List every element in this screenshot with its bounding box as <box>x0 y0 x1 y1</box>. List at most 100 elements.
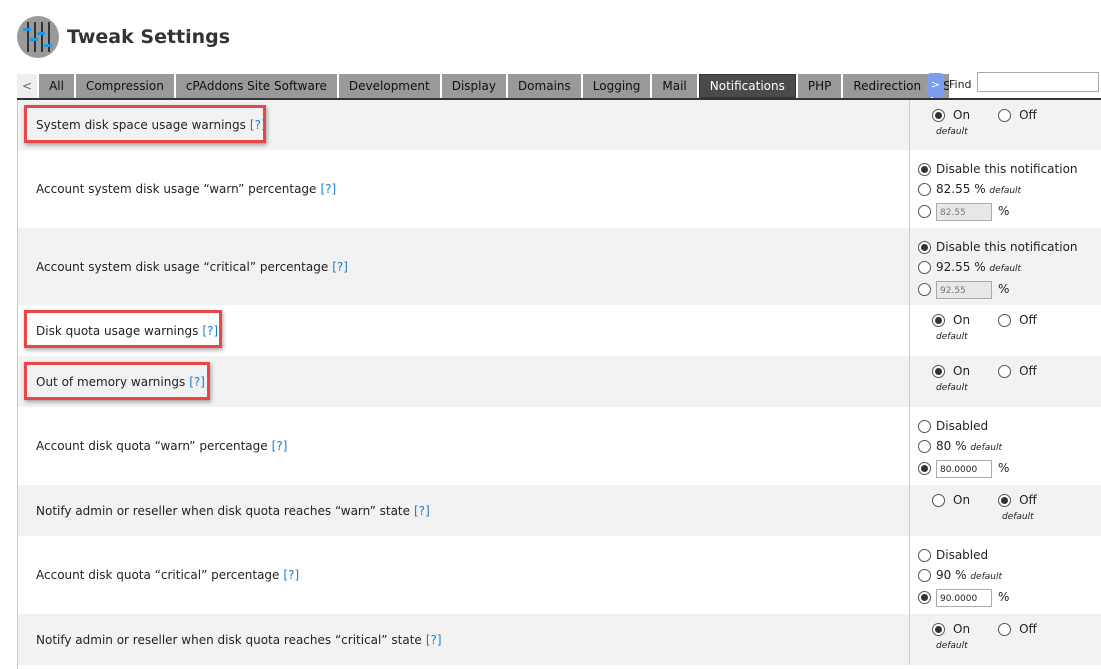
default-marker: default <box>970 443 1003 453</box>
custom-percent-input[interactable]: 92.55 <box>936 280 992 299</box>
default-value: 90 <box>936 568 952 582</box>
off-radio[interactable] <box>998 494 1012 507</box>
help-link[interactable]: [?] <box>320 182 336 196</box>
off-label: Off <box>1019 622 1037 636</box>
setting-name: Account system disk usage “warn” percent… <box>36 182 317 196</box>
setting-value: On Off default <box>909 485 1101 536</box>
tab-compression[interactable]: Compression <box>75 74 174 98</box>
default-marker: default <box>989 264 1022 274</box>
custom-percent-input[interactable]: 82.55 <box>936 202 992 221</box>
on-radio[interactable] <box>932 623 945 636</box>
setting-value: Disable this notification 82.55 % defaul… <box>909 150 1101 228</box>
on-label: On <box>953 108 971 122</box>
help-link[interactable]: [?] <box>426 633 442 647</box>
percent-label: % <box>998 204 1010 218</box>
off-radio[interactable] <box>998 623 1012 636</box>
percent-label: % <box>998 590 1010 604</box>
highlight-box <box>24 362 210 400</box>
setting-row: Notify admin or reseller when disk quota… <box>18 614 1101 665</box>
on-label: On <box>953 364 971 378</box>
default-marker: default <box>936 127 968 137</box>
percent-label: % <box>998 282 1010 296</box>
page-header: Tweak Settings <box>17 16 230 58</box>
highlight-box <box>24 105 266 143</box>
tab-mail[interactable]: Mail <box>652 74 697 98</box>
help-link[interactable]: [?] <box>332 260 348 274</box>
category-tabs: < All Compression cPAddons Site Software De… <box>17 74 950 98</box>
disable-radio[interactable] <box>918 420 931 433</box>
setting-value: On Off default <box>909 356 1101 407</box>
setting-value: On Off default <box>909 305 1101 356</box>
setting-name: Account disk quota “critical” percentage <box>36 568 280 582</box>
custom-percent-input[interactable]: 90.0000 <box>936 588 992 607</box>
custom-percent-input[interactable]: 80.0000 <box>936 459 992 478</box>
help-link[interactable]: [?] <box>283 568 299 582</box>
find-label: Find <box>949 78 972 91</box>
on-label: On <box>953 622 971 636</box>
tab-all[interactable]: All <box>39 74 74 98</box>
default-value-radio[interactable] <box>918 569 931 582</box>
percent-label: % <box>998 461 1010 475</box>
off-label: Off <box>1019 313 1037 327</box>
tab-development[interactable]: Development <box>338 74 440 98</box>
tabs-prev-button[interactable]: < <box>17 74 38 98</box>
setting-name: Account disk quota “warn” percentage <box>36 439 268 453</box>
setting-row: Account disk quota “critical” percentage… <box>18 536 1101 614</box>
disable-radio[interactable] <box>918 549 931 562</box>
default-value-radio[interactable] <box>918 183 931 196</box>
off-label: Off <box>1019 364 1037 378</box>
setting-value: Disable this notification 92.55 % defaul… <box>909 228 1101 305</box>
setting-row: Account system disk usage “critical” per… <box>18 228 1101 305</box>
default-marker: default <box>936 332 968 342</box>
tweak-settings-logo-icon <box>17 16 59 58</box>
tab-logging[interactable]: Logging <box>582 74 651 98</box>
setting-row: Account disk quota “warn” percentage [?] … <box>18 407 1101 485</box>
custom-value-radio[interactable] <box>918 462 931 475</box>
tabs-next-button[interactable]: > <box>927 73 944 97</box>
disable-radio[interactable] <box>918 163 931 176</box>
tab-php[interactable]: PHP <box>797 74 842 98</box>
help-link[interactable]: [?] <box>272 439 288 453</box>
on-radio[interactable] <box>932 314 945 327</box>
disable-label: Disabled <box>936 548 989 562</box>
custom-value-radio[interactable] <box>918 205 931 218</box>
setting-row: Account system disk usage “warn” percent… <box>18 150 1101 228</box>
setting-value: Disabled 80 % default 80.0000% <box>909 407 1101 485</box>
setting-label: Notify admin or reseller when disk quota… <box>18 614 909 665</box>
custom-value-radio[interactable] <box>918 283 931 296</box>
custom-value-radio[interactable] <box>918 591 931 604</box>
disable-label: Disabled <box>936 419 989 433</box>
tab-display[interactable]: Display <box>441 74 506 98</box>
percent-label: % <box>974 260 986 274</box>
setting-label: Account disk quota “critical” percentage… <box>18 536 909 614</box>
default-value-radio[interactable] <box>918 261 931 274</box>
tab-notifications[interactable]: Notifications <box>698 74 796 98</box>
on-radio[interactable] <box>932 365 945 378</box>
default-marker: default <box>970 572 1003 582</box>
on-radio[interactable] <box>932 109 945 122</box>
off-radio[interactable] <box>998 314 1012 327</box>
on-radio[interactable] <box>932 494 945 507</box>
off-radio[interactable] <box>998 109 1012 122</box>
default-marker: default <box>989 186 1022 196</box>
highlight-box <box>24 310 222 348</box>
percent-label: % <box>955 568 967 582</box>
disable-label: Disable this notification <box>936 240 1078 254</box>
tab-cpaddons-site-software[interactable]: cPAddons Site Software <box>175 74 337 98</box>
setting-name: Notify admin or reseller when disk quota… <box>36 503 411 518</box>
default-value-radio[interactable] <box>918 440 931 453</box>
setting-value: On Off default <box>909 100 1101 150</box>
default-value: 80 <box>936 439 952 453</box>
help-link[interactable]: [?] <box>414 504 430 518</box>
tab-domains[interactable]: Domains <box>507 74 581 98</box>
find-input[interactable] <box>977 72 1099 92</box>
setting-value: Disabled 90 % default 90.0000% <box>909 536 1101 614</box>
setting-label: Account system disk usage “warn” percent… <box>18 150 909 228</box>
off-radio[interactable] <box>998 365 1012 378</box>
tab-redirection[interactable]: Redirection <box>843 74 932 98</box>
disable-radio[interactable] <box>918 241 931 254</box>
setting-label: Account disk quota “warn” percentage [?] <box>18 407 909 485</box>
default-value: 92.55 <box>936 260 971 274</box>
setting-value: On Off default <box>909 614 1101 665</box>
disable-label: Disable this notification <box>936 162 1078 176</box>
